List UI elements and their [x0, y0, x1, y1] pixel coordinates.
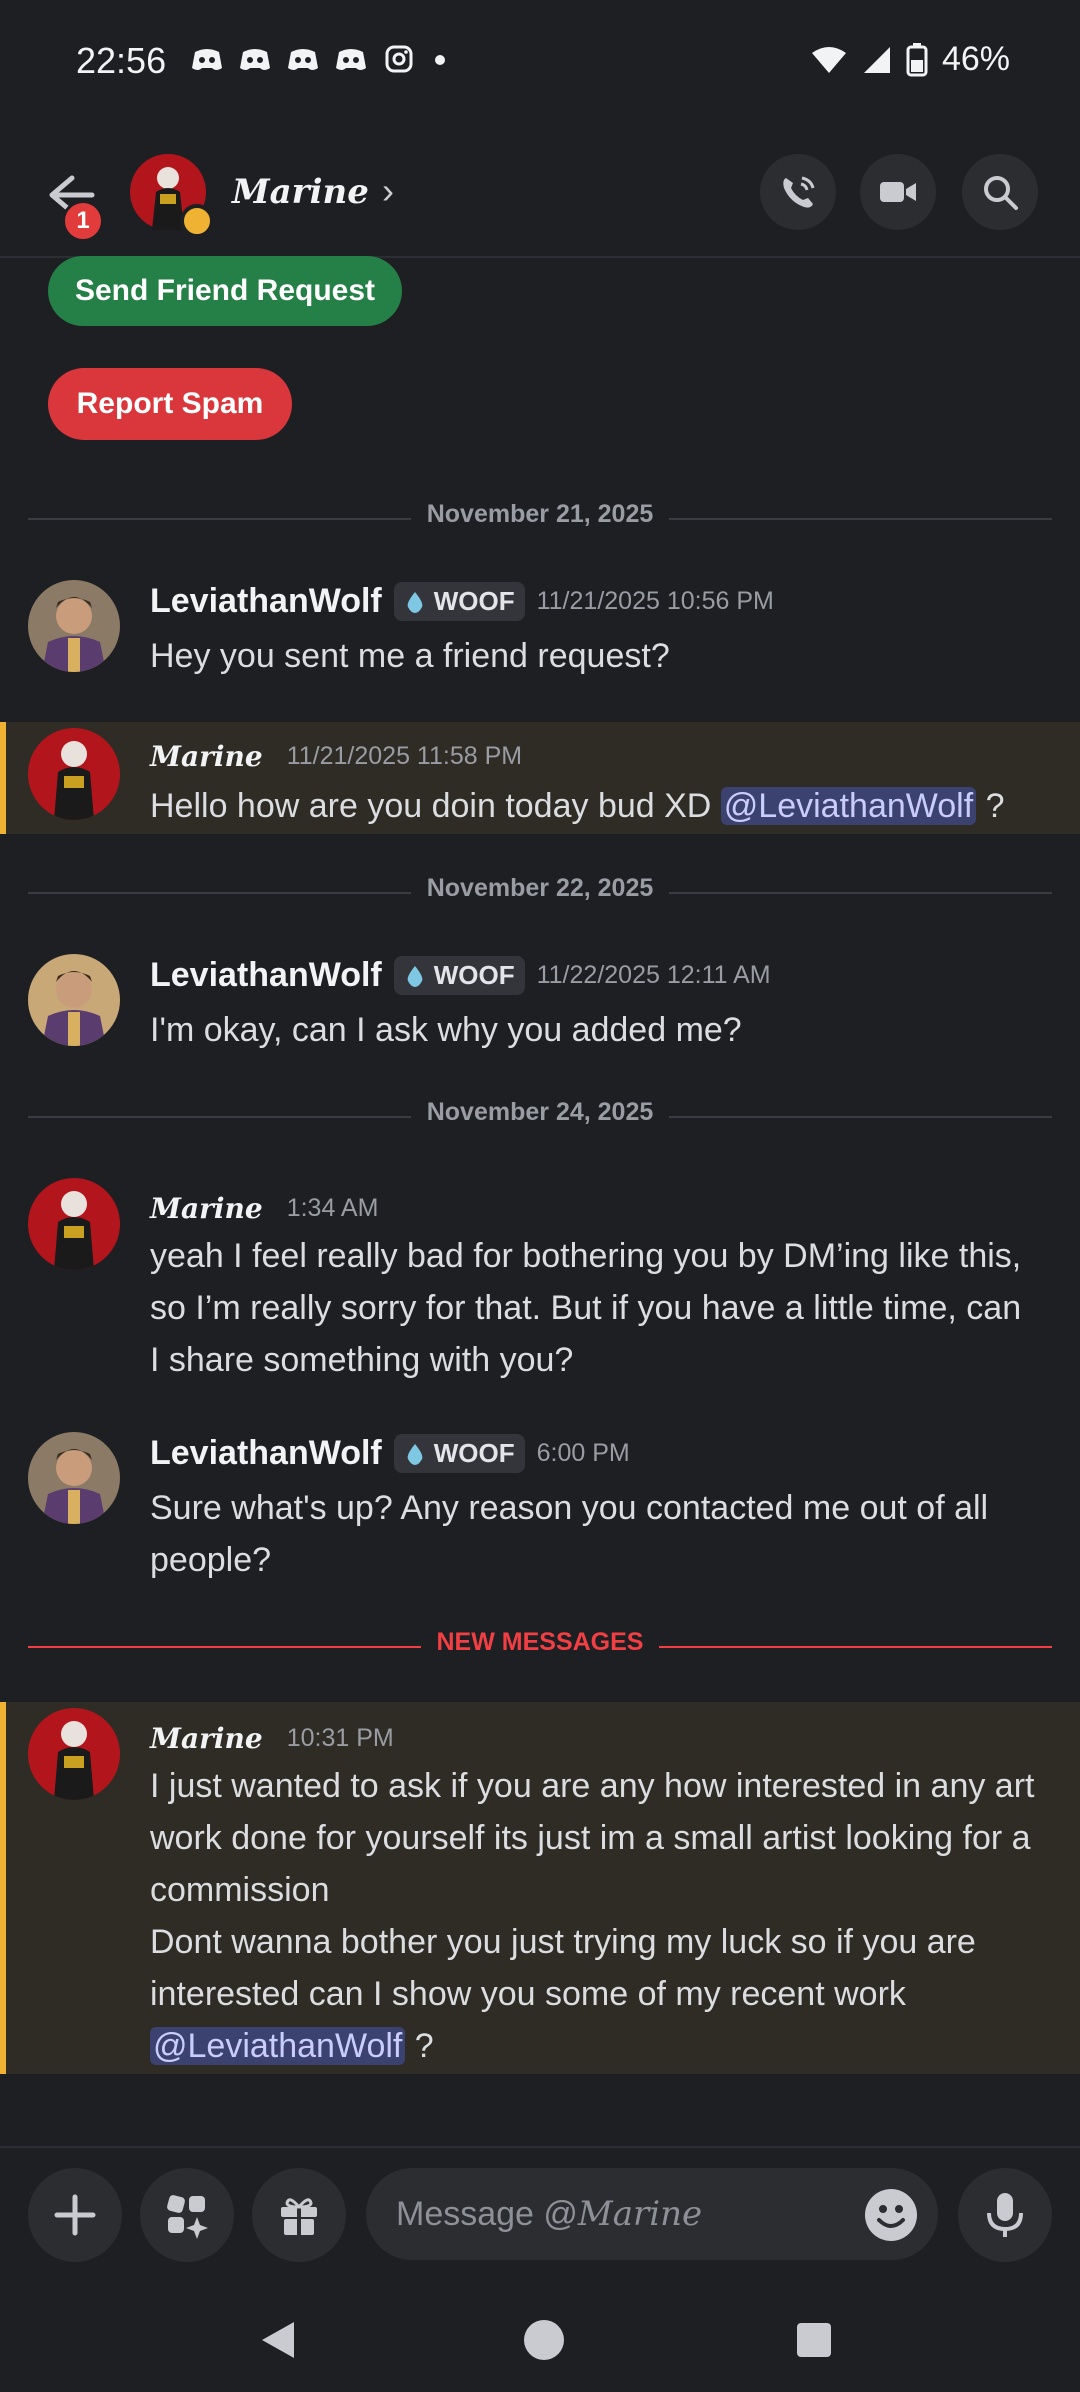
avatar[interactable] [28, 580, 120, 672]
plus-icon [54, 2194, 96, 2236]
message-header: Marine 11/21/2025 11:58 PM [150, 740, 522, 773]
dm-header: 1 Marine › [0, 130, 1080, 258]
discord-icon [336, 49, 366, 70]
message-text: Hello how are you doin today bud XD @Lev… [150, 787, 1005, 825]
system-navigation-bar [0, 2290, 1080, 2392]
message-header: LeviathanWolf WOOF 11/22/2025 12:11 AM [150, 956, 771, 995]
timestamp: 1:34 AM [286, 1194, 379, 1222]
message-text: I'm okay, can I ask why you added me? [150, 1011, 742, 1049]
gift-button[interactable] [252, 2168, 346, 2262]
message-text: Hey you sent me a friend request? [150, 637, 670, 675]
discord-icon [192, 49, 222, 70]
timestamp: 11/22/2025 12:11 AM [536, 961, 771, 989]
avatar[interactable] [28, 1178, 120, 1270]
user-mention[interactable]: @LeviathanWolf [150, 2027, 406, 2065]
avatar[interactable] [28, 728, 120, 820]
idle-status-icon [180, 204, 214, 238]
chevron-right-icon[interactable]: › [382, 170, 394, 212]
date-divider-label: November 22, 2025 [410, 874, 670, 902]
server-tag-label: WOOF [433, 586, 515, 616]
user-mention[interactable]: @LeviathanWolf [720, 787, 977, 825]
discord-icon [288, 49, 318, 70]
droplet-icon [407, 965, 423, 987]
notification-icons [190, 44, 450, 74]
message-header: Marine 1:34 AM [150, 1192, 378, 1225]
report-spam-button[interactable]: Report Spam [48, 368, 292, 440]
new-messages-label: NEW MESSAGES [420, 1628, 660, 1656]
message-header: LeviathanWolf WOOF 6:00 PM [150, 1434, 630, 1473]
more-notifications-dot-icon [435, 55, 445, 65]
server-tag-label: WOOF [433, 1438, 515, 1468]
timestamp: 11/21/2025 10:56 PM [536, 587, 774, 615]
message-text: Sure what's up? Any reason you contacted… [150, 1489, 989, 1579]
signal-icon [863, 46, 890, 73]
server-tag[interactable]: WOOF [393, 582, 525, 621]
server-tag[interactable]: WOOF [393, 1434, 525, 1473]
droplet-icon [407, 1443, 423, 1465]
unread-badge: 1 [62, 200, 104, 242]
search-button[interactable] [962, 154, 1038, 230]
username[interactable]: LeviathanWolf [150, 956, 382, 995]
apps-sparkle-icon [167, 2195, 208, 2239]
server-tag-label: WOOF [433, 960, 515, 990]
username[interactable]: LeviathanWolf [150, 582, 382, 621]
mention-highlight-bar [0, 722, 6, 834]
date-divider-label: November 21, 2025 [410, 500, 670, 528]
avatar[interactable] [28, 1708, 120, 1800]
date-divider-label: November 24, 2025 [410, 1098, 670, 1126]
system-status: 46% [810, 40, 1010, 79]
instagram-icon [385, 45, 413, 73]
timestamp: 6:00 PM [536, 1439, 630, 1467]
phone-icon [783, 176, 815, 208]
dm-recipient-name[interactable]: Marine [232, 172, 369, 212]
apps-button[interactable] [140, 2168, 234, 2262]
voice-call-button[interactable] [760, 154, 836, 230]
send-friend-request-button[interactable]: Send Friend Request [48, 256, 402, 326]
message-composer: Message @Marine [0, 2146, 1080, 2278]
server-tag[interactable]: WOOF [393, 956, 525, 995]
avatar[interactable] [28, 954, 120, 1046]
avatar[interactable] [28, 1432, 120, 1524]
wifi-icon [811, 46, 846, 73]
message-input[interactable]: Message @Marine [366, 2168, 938, 2260]
username[interactable]: Marine [150, 740, 263, 773]
username[interactable]: Marine [150, 1722, 263, 1755]
message-input-placeholder: Message @Marine [396, 2194, 703, 2234]
timestamp: 10:31 PM [286, 1724, 394, 1752]
emoji-icon[interactable] [864, 2188, 918, 2242]
clock: 22:56 [76, 40, 167, 81]
droplet-icon [407, 591, 423, 613]
message-header: Marine 10:31 PM [150, 1722, 394, 1755]
message-text: yeah I feel really bad for bothering you… [150, 1237, 1022, 1379]
attach-button[interactable] [28, 2168, 122, 2262]
back-triangle-icon[interactable] [258, 2318, 298, 2362]
battery-percent: 46% [941, 40, 1010, 78]
discord-icon [240, 49, 270, 70]
home-circle-icon[interactable] [522, 2318, 566, 2362]
voice-message-button[interactable] [958, 2168, 1052, 2262]
message-header: LeviathanWolf WOOF 11/21/2025 10:56 PM [150, 582, 774, 621]
message-text: I just wanted to ask if you are any how … [150, 1767, 1035, 2065]
mention-highlight-bar [0, 1702, 6, 2074]
recents-square-icon[interactable] [794, 2320, 834, 2360]
video-camera-icon [880, 182, 916, 202]
battery-icon [906, 42, 928, 76]
microphone-icon [987, 2193, 1023, 2237]
gift-icon [281, 2198, 317, 2235]
search-icon [984, 176, 1018, 210]
status-bar: 22:56 46% [0, 0, 1080, 130]
timestamp: 11/21/2025 11:58 PM [286, 742, 523, 770]
username[interactable]: LeviathanWolf [150, 1434, 382, 1473]
video-call-button[interactable] [860, 154, 936, 230]
username[interactable]: Marine [150, 1192, 263, 1225]
